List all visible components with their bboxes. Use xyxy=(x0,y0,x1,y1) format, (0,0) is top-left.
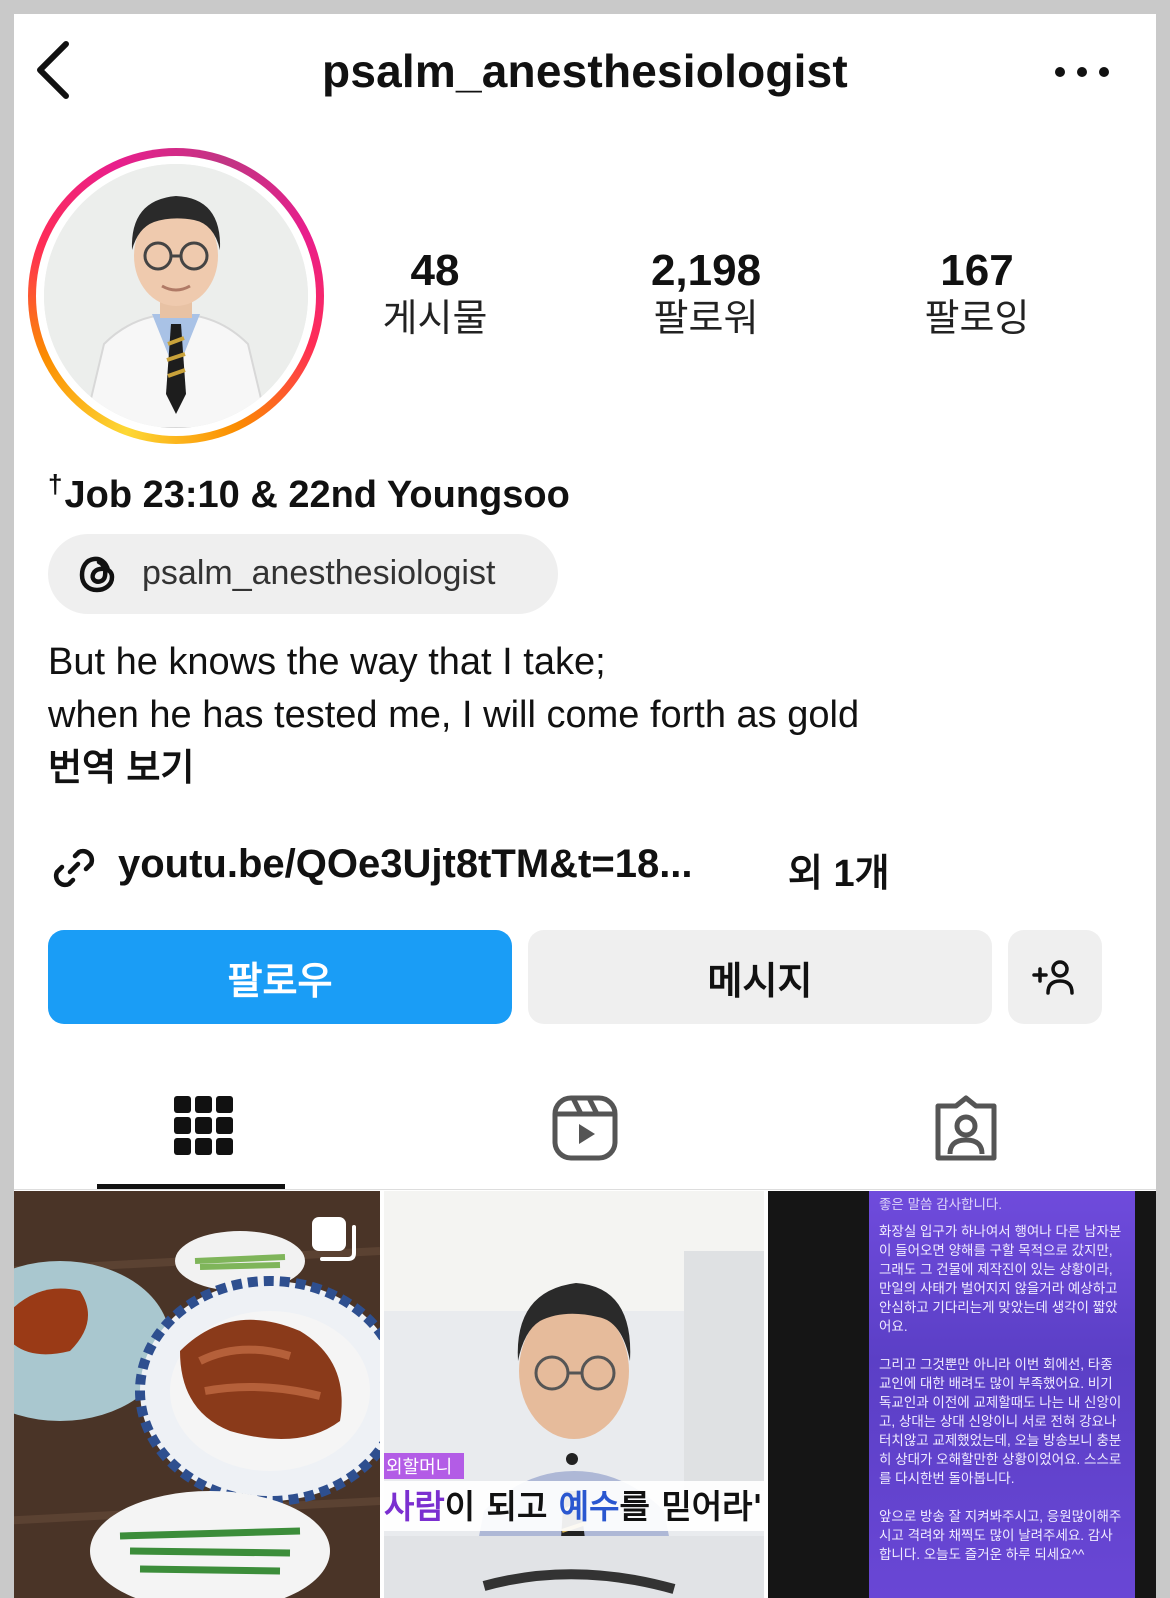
tagged-person-icon xyxy=(935,1095,997,1161)
threads-handle: psalm_anesthesiologist xyxy=(142,554,496,592)
followers-count: 2,198 xyxy=(650,246,762,295)
tab-posts-grid[interactable] xyxy=(14,1084,394,1190)
post-3-para-2: 그리고 그것뿐만 아니라 이번 회에선, 타종교인에 대한 배려도 많이 부족했… xyxy=(879,1357,1122,1486)
profile-tabs xyxy=(14,1084,1156,1190)
carousel-icon xyxy=(312,1217,356,1261)
followers-stat[interactable]: 2,198 팔로워 xyxy=(606,246,806,342)
following-label: 팔로잉 xyxy=(924,298,1030,340)
bio-line-2: when he has tested me, I will come forth… xyxy=(48,694,860,736)
story-ring[interactable] xyxy=(28,148,324,444)
link-more-count: 외 1개 xyxy=(788,853,890,895)
top-bar: psalm_anesthesiologist xyxy=(14,14,1156,129)
grid-post-2[interactable]: 외할머니 사람이 되고 예수를 믿어라' xyxy=(384,1191,764,1598)
message-button[interactable]: 메시지 xyxy=(528,930,992,1024)
avatar xyxy=(44,164,308,428)
post-3-text-card: 좋은 말씀 감사합니다. 화장실 입구가 하나여서 행여나 다른 남자분이 들어… xyxy=(869,1191,1135,1598)
posts-label: 게시물 xyxy=(382,298,488,340)
threads-badge[interactable]: psalm_anesthesiologist xyxy=(48,534,558,614)
link-icon xyxy=(53,848,95,888)
grid-post-3[interactable]: 좋은 말씀 감사합니다. 화장실 입구가 하나여서 행여나 다른 남자분이 들어… xyxy=(768,1191,1156,1598)
grid-icon xyxy=(174,1096,233,1155)
following-stat[interactable]: 167 팔로잉 xyxy=(877,246,1077,342)
posts-grid: 외할머니 사람이 되고 예수를 믿어라' 좋은 말씀 감사합니다. 화장실 입구… xyxy=(14,1191,1156,1598)
link-url: youtu.be/QOe3Ujt8tTM&t=18... xyxy=(118,842,693,886)
bio: But he knows the way that I take; when h… xyxy=(48,636,859,742)
tab-tagged[interactable] xyxy=(776,1084,1156,1190)
post-2-tag: 외할머니 xyxy=(386,1457,452,1478)
post-2-image: 외할머니 사람이 되고 예수를 믿어라' xyxy=(384,1191,764,1598)
display-name-text: Job 23:10 & 22nd Youngsoo xyxy=(64,474,570,516)
post-3-para-1: 화장실 입구가 하나여서 행여나 다른 남자분이 들어오면 양해를 구할 목적으… xyxy=(879,1224,1122,1334)
post-2-caption: 사람이 되고 예수를 믿어라' xyxy=(384,1487,763,1526)
reels-icon xyxy=(552,1095,618,1161)
post-3-para-3: 앞으로 방송 잘 지켜봐주시고, 응원많이해주시고 격려와 채찍도 많이 날려주… xyxy=(879,1509,1122,1562)
active-tab-indicator xyxy=(97,1184,285,1189)
bio-line-1: But he knows the way that I take; xyxy=(48,641,606,683)
grid-post-1[interactable] xyxy=(14,1191,380,1598)
display-name: †Job 23:10 & 22nd Youngsoo xyxy=(48,469,570,517)
cross-symbol: † xyxy=(48,469,63,499)
add-person-icon xyxy=(1032,960,1074,995)
post-3-text-top: 좋은 말씀 감사합니다. xyxy=(879,1197,1003,1212)
following-count: 167 xyxy=(940,246,1014,295)
suggested-users-button[interactable] xyxy=(1008,930,1102,1024)
posts-stat[interactable]: 48 게시물 xyxy=(335,246,535,342)
followers-label: 팔로워 xyxy=(653,298,759,340)
more-options-button[interactable] xyxy=(1052,64,1112,94)
more-horizontal-icon xyxy=(1055,67,1109,77)
tab-reels[interactable] xyxy=(395,1084,775,1190)
see-translation-link[interactable]: 번역 보기 xyxy=(48,742,194,794)
posts-count: 48 xyxy=(410,246,460,295)
avatar-photo xyxy=(44,164,308,428)
profile-screen: psalm_anesthesiologist 48 게시물 2,198 팔로워 … xyxy=(14,14,1156,1598)
follow-button[interactable]: 팔로우 xyxy=(48,930,512,1024)
threads-icon xyxy=(79,556,115,593)
profile-username: psalm_anesthesiologist xyxy=(322,45,848,97)
